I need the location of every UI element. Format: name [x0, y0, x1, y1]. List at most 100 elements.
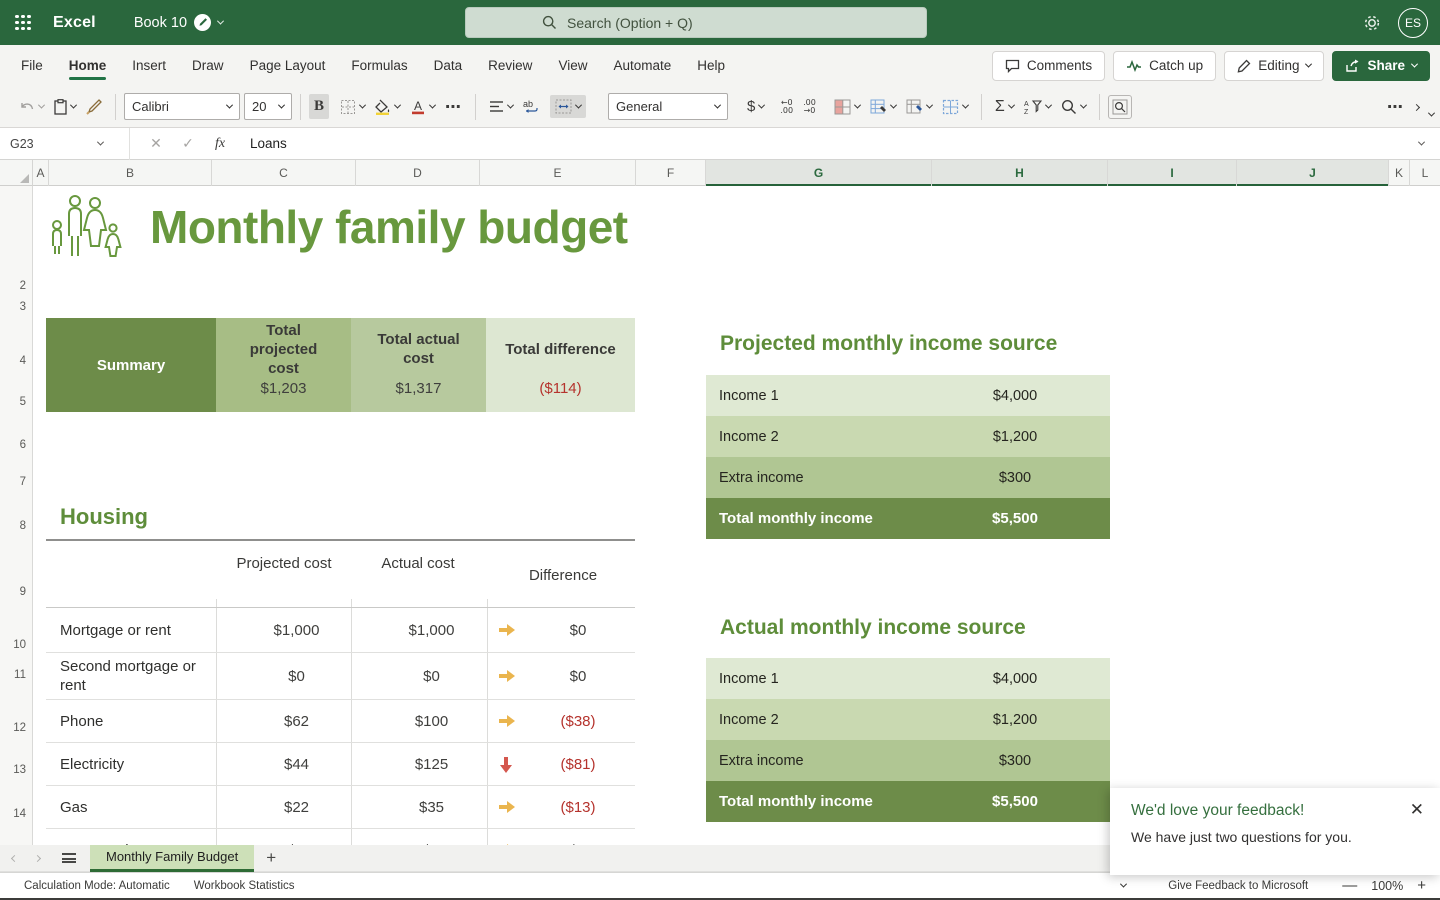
tab-draw[interactable]: Draw: [179, 45, 237, 86]
income-row[interactable]: Income 1$4,000: [706, 375, 1110, 416]
formula-input[interactable]: Loans: [250, 136, 1419, 151]
row-header-9[interactable]: 9: [20, 586, 26, 598]
column-header-k[interactable]: K: [1389, 160, 1410, 186]
column-header-b[interactable]: B: [49, 160, 212, 186]
income-row[interactable]: Income 1$4,000: [706, 658, 1110, 699]
format-as-table-button[interactable]: [865, 95, 901, 119]
decrease-decimal-button[interactable]: .00→0: [798, 95, 821, 119]
housing-heading[interactable]: Housing: [60, 504, 148, 530]
row-header-11[interactable]: 11: [14, 669, 26, 681]
summary-actual-cell[interactable]: Total actual cost $1,317: [351, 318, 486, 412]
share-button[interactable]: Share: [1332, 51, 1430, 81]
currency-format-button[interactable]: $: [742, 94, 769, 119]
give-feedback-link[interactable]: Give Feedback to Microsoft: [1168, 880, 1308, 892]
borders-button[interactable]: [335, 95, 370, 119]
account-avatar[interactable]: ES: [1398, 8, 1428, 38]
row-header-7[interactable]: 7: [20, 476, 26, 488]
sheet-list-menu-icon[interactable]: [62, 853, 76, 863]
column-header-c[interactable]: C: [212, 160, 356, 186]
housing-row[interactable]: Gas $22 $35 ($13): [46, 785, 635, 828]
column-header-d[interactable]: D: [356, 160, 480, 186]
tab-review[interactable]: Review: [475, 45, 545, 86]
income-total-row[interactable]: Total monthly income$5,500: [706, 781, 1110, 822]
tab-page-layout[interactable]: Page Layout: [237, 45, 339, 86]
tab-automate[interactable]: Automate: [600, 45, 684, 86]
app-launcher-icon[interactable]: [15, 15, 31, 31]
workbook-statistics-status[interactable]: Workbook Statistics: [194, 880, 295, 892]
comments-button[interactable]: Comments: [992, 51, 1105, 81]
ribbon-collapse-icon[interactable]: [1428, 109, 1435, 116]
row-header-10[interactable]: 10: [13, 639, 26, 651]
housing-row[interactable]: Mortgage or rent $1,000 $1,000 $0: [46, 607, 635, 652]
conditional-formatting-button[interactable]: [829, 95, 865, 119]
zoom-level[interactable]: 100%: [1371, 879, 1403, 893]
font-more-button[interactable]: ⋯: [440, 93, 467, 121]
column-header-a[interactable]: A: [33, 160, 49, 186]
column-header-l[interactable]: L: [1410, 160, 1440, 186]
cancel-entry-icon[interactable]: ✕: [140, 135, 172, 152]
column-header-e[interactable]: E: [480, 160, 636, 186]
actual-income-heading[interactable]: Actual monthly income source: [720, 616, 1026, 640]
next-sheet-icon[interactable]: [34, 854, 41, 861]
row-header-3[interactable]: 3: [20, 301, 26, 313]
housing-row[interactable]: Phone $62 $100 ($38): [46, 699, 635, 742]
insert-table-button[interactable]: [937, 95, 973, 119]
income-row[interactable]: Income 2$1,200: [706, 699, 1110, 740]
summary-label-cell[interactable]: Summary: [46, 318, 216, 412]
catch-up-button[interactable]: Catch up: [1113, 51, 1216, 81]
find-button[interactable]: [1056, 95, 1091, 119]
bold-button[interactable]: B: [309, 94, 329, 119]
prev-sheet-icon[interactable]: [11, 854, 18, 861]
zoom-in-button[interactable]: +: [1417, 877, 1426, 894]
row-header-13[interactable]: 13: [13, 764, 26, 776]
column-header-j[interactable]: J: [1237, 160, 1389, 186]
sheet-canvas[interactable]: Monthly family budget Summary Total proj…: [33, 186, 1440, 845]
font-name-select[interactable]: Calibri: [124, 93, 240, 120]
column-header-i[interactable]: I: [1108, 160, 1237, 186]
income-row[interactable]: Extra income$300: [706, 457, 1110, 498]
formula-bar-expand-icon[interactable]: [1418, 139, 1425, 146]
summary-difference-cell[interactable]: Total difference ($114): [486, 318, 635, 412]
status-options-chevron-icon[interactable]: [1120, 881, 1127, 888]
format-painter-button[interactable]: [81, 95, 107, 119]
confirm-entry-icon[interactable]: ✓: [172, 135, 204, 152]
wrap-text-button[interactable]: ab: [518, 95, 545, 118]
summary-projected-cell[interactable]: Total projected cost $1,203: [216, 318, 351, 412]
tab-home[interactable]: Home: [56, 45, 120, 86]
zoom-out-button[interactable]: —: [1342, 877, 1357, 894]
projected-income-table[interactable]: Income 1$4,000 Income 2$1,200 Extra inco…: [706, 375, 1110, 539]
tab-view[interactable]: View: [545, 45, 600, 86]
housing-row[interactable]: Second mortgage or rent $0 $0 $0: [46, 652, 635, 699]
row-header-2[interactable]: 2: [20, 280, 26, 292]
name-box[interactable]: G23: [0, 128, 130, 160]
row-header-5[interactable]: 5: [20, 396, 26, 408]
search-input[interactable]: Search (Option + Q): [465, 7, 927, 38]
add-sheet-button[interactable]: +: [266, 848, 276, 868]
sort-filter-button[interactable]: AZ: [1019, 95, 1056, 119]
tab-formulas[interactable]: Formulas: [338, 45, 420, 86]
tab-insert[interactable]: Insert: [119, 45, 179, 86]
font-size-select[interactable]: 20: [244, 93, 292, 120]
housing-row[interactable]: Electricity $44 $125 ($81): [46, 742, 635, 785]
row-header-14[interactable]: 14: [13, 808, 26, 820]
increase-decimal-button[interactable]: ←0.00: [775, 95, 798, 119]
font-color-button[interactable]: A: [405, 95, 440, 119]
row-header-12[interactable]: 12: [13, 722, 26, 734]
insert-function-icon[interactable]: fx: [204, 136, 236, 152]
workbook-name[interactable]: Book 10: [134, 14, 223, 31]
paste-button[interactable]: [49, 95, 81, 119]
row-header-4[interactable]: 4: [20, 355, 26, 367]
settings-gear-icon[interactable]: [1362, 13, 1382, 33]
cell-styles-button[interactable]: [901, 95, 937, 119]
actual-income-table[interactable]: Income 1$4,000 Income 2$1,200 Extra inco…: [706, 658, 1110, 822]
analyze-data-button[interactable]: [1108, 95, 1132, 119]
row-header-6[interactable]: 6: [20, 439, 26, 451]
autosum-button[interactable]: Σ: [990, 94, 1019, 120]
close-icon[interactable]: ✕: [1410, 800, 1424, 820]
income-total-row[interactable]: Total monthly income$5,500: [706, 498, 1110, 539]
tab-help[interactable]: Help: [684, 45, 738, 86]
select-all-corner[interactable]: [0, 160, 33, 186]
summary-table[interactable]: Summary Total projected cost $1,203 Tota…: [46, 318, 635, 412]
fill-color-button[interactable]: [370, 95, 405, 119]
column-header-f[interactable]: F: [636, 160, 706, 186]
